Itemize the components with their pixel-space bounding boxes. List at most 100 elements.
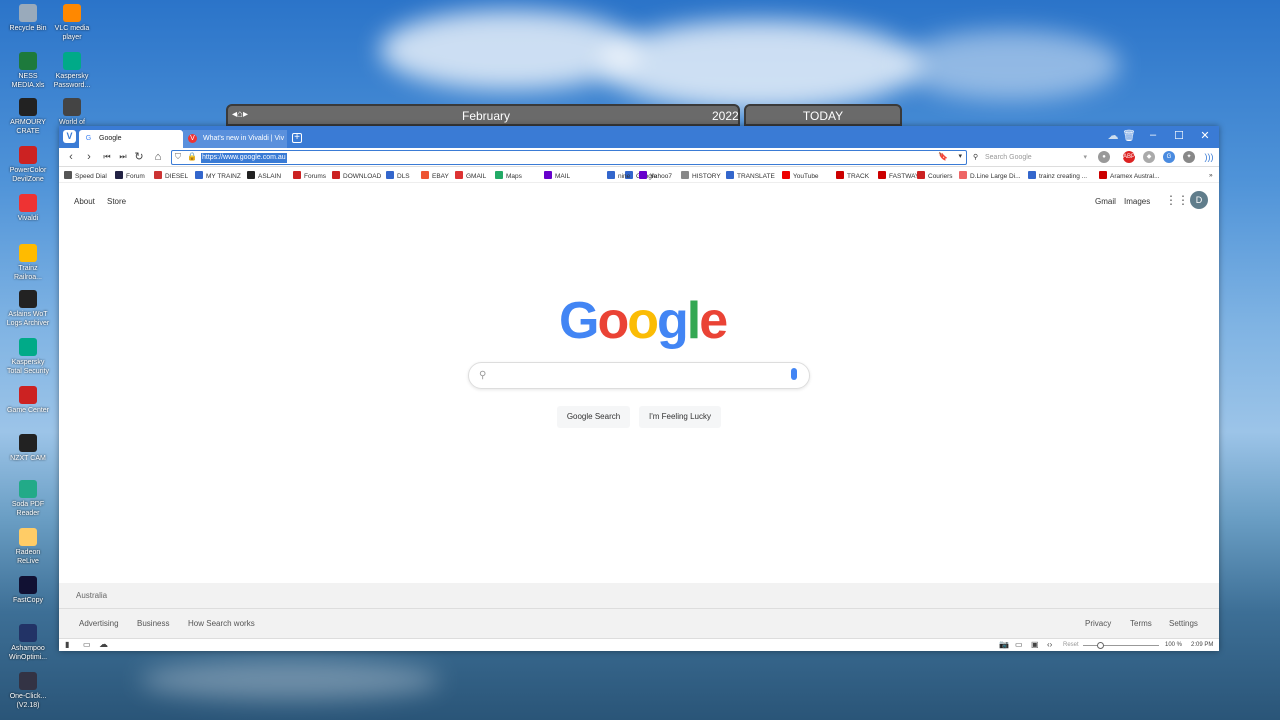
bookmark-item[interactable]: MY TRAINZ [195, 171, 241, 181]
cloud-icon[interactable]: ☁ [99, 639, 108, 650]
bookmark-item[interactable]: Forum [115, 171, 145, 181]
bookmark-item[interactable]: GMAIL [455, 171, 486, 181]
feeling-lucky-button[interactable]: I'm Feeling Lucky [639, 406, 721, 428]
footer-advertising-link[interactable]: Advertising [79, 619, 119, 628]
audio-icon[interactable]: ))) [1203, 151, 1215, 163]
footer-terms-link[interactable]: Terms [1130, 619, 1152, 628]
bookmark-item[interactable]: DLS [386, 171, 410, 181]
footer-settings-link[interactable]: Settings [1169, 619, 1198, 628]
desktop-icon[interactable]: Trainz Railroa... [6, 244, 50, 282]
bookmark-item[interactable]: trainz creating ... [1028, 171, 1087, 181]
minimize-icon[interactable]: – [1143, 129, 1163, 141]
footer-business-link[interactable]: Business [137, 619, 169, 628]
adblock-icon[interactable]: ABP [1123, 151, 1135, 163]
trash-icon[interactable]: 🗑 [1119, 129, 1139, 142]
window-icon[interactable]: ▭ [1015, 640, 1023, 649]
gmail-link[interactable]: Gmail [1095, 197, 1116, 206]
bookmark-label: trainz creating ... [1039, 173, 1088, 180]
desktop-icon[interactable]: VLC media player [50, 4, 94, 42]
bookmark-item[interactable]: TRANSLATE [726, 171, 775, 181]
desktop-icon-label: Trainz Railroa... [13, 265, 42, 281]
chevron-down-icon[interactable]: ▾ [958, 152, 962, 160]
bookmark-item[interactable]: Forums [293, 171, 326, 181]
close-icon[interactable]: ✕ [1195, 129, 1215, 142]
zoom-slider[interactable] [1083, 642, 1159, 649]
tab-vivaldi-whats-new[interactable]: V What's new in Vivaldi | Viv [183, 130, 287, 148]
desktop-icon[interactable]: Vivaldi [6, 194, 50, 223]
search-field[interactable]: ⚲ Search Google ▾ [971, 150, 1089, 165]
shield-extension-icon[interactable]: ◆ [1143, 151, 1155, 163]
bookmark-item[interactable]: Speed Dial [64, 171, 107, 181]
bookmark-label: nine [618, 173, 631, 180]
google-search-button[interactable]: Google Search [557, 406, 630, 428]
image-icon[interactable]: ▣ [1031, 640, 1039, 649]
avatar[interactable]: D [1190, 191, 1208, 209]
desktop-icon[interactable]: Kaspersky Password... [50, 52, 94, 90]
desktop-icon[interactable]: Aslains WoT Logs Archiver [6, 290, 50, 328]
puzzle-extension-icon[interactable]: ✦ [1183, 151, 1195, 163]
desktop-icon[interactable]: Ashampoo WinOptimi... [6, 624, 50, 662]
bookmark-item[interactable]: Aramex Austral... [1099, 171, 1160, 181]
desktop-icon[interactable]: Radeon ReLive [6, 528, 50, 566]
bookmark-label: Forums [304, 173, 327, 180]
bookmark-item[interactable]: MAIL [544, 171, 570, 181]
footer-privacy-link[interactable]: Privacy [1085, 619, 1111, 628]
panel-toggle-icon[interactable]: ▮ [65, 640, 69, 649]
bookmark-item[interactable]: HISTORY [681, 171, 721, 181]
footer-how-search-works-link[interactable]: How Search works [188, 619, 255, 628]
url-field[interactable]: ⛉ 🔒 https://www.google.com.au 🔖 ▾ [171, 150, 967, 165]
desktop-icon[interactable]: ARMOURY CRATE [6, 98, 50, 136]
rewind-icon[interactable]: ⏮ [99, 149, 115, 165]
bookmark-item[interactable]: ASLAIN [247, 171, 281, 181]
desktop-icon[interactable]: FastCopy [6, 576, 50, 605]
lock-icon[interactable]: 🔒 [187, 152, 197, 161]
bookmarks-overflow-icon[interactable]: » [1209, 171, 1213, 180]
desktop-icon[interactable]: Kaspersky Total Security [6, 338, 50, 376]
zoom-slider-thumb[interactable] [1097, 642, 1104, 649]
camera-icon[interactable]: 📷 [999, 640, 1009, 649]
bookmark-item[interactable]: Couriers [917, 171, 953, 181]
vivaldi-menu-icon[interactable]: V [63, 130, 76, 143]
images-link[interactable]: Images [1124, 197, 1150, 206]
zoom-reset-button[interactable]: Reset [1063, 642, 1079, 648]
calendar-today-button[interactable]: TODAY [744, 104, 902, 126]
bookmark-item[interactable]: EBAY [421, 171, 449, 181]
profile-icon[interactable]: ● [1098, 151, 1110, 163]
translate-extension-icon[interactable]: G [1163, 151, 1175, 163]
about-link[interactable]: About [74, 197, 95, 206]
shield-icon[interactable]: ⛉ [175, 152, 181, 162]
chevron-down-icon[interactable]: ▾ [1083, 150, 1087, 165]
tab-google[interactable]: G Google [79, 130, 183, 148]
bookmark-item[interactable]: Maps [495, 171, 522, 181]
fast-forward-icon[interactable]: ⏭ [115, 149, 131, 165]
bookmark-item[interactable]: nine [607, 171, 630, 181]
microphone-icon[interactable] [791, 368, 797, 380]
desktop-icon[interactable]: Game Center [6, 386, 50, 415]
bookmark-icon[interactable]: 🔖 [938, 152, 948, 161]
bookmark-item[interactable]: DIESEL [154, 171, 188, 181]
forward-icon[interactable]: › [81, 149, 97, 165]
bookmark-item[interactable]: Yahoo7 [639, 171, 672, 181]
store-link[interactable]: Store [107, 197, 126, 206]
bookmark-item[interactable]: YouTube [782, 171, 819, 181]
new-tab-icon[interactable]: + [292, 133, 302, 143]
desktop-icon[interactable]: NESS MEDIA.xls [6, 52, 50, 90]
desktop-icon[interactable]: Soda PDF Reader [6, 480, 50, 518]
bookmark-item[interactable]: D.Line Large Di... [959, 171, 1021, 181]
code-icon[interactable]: ‹› [1047, 640, 1052, 649]
home-icon[interactable]: ⌂ [150, 149, 166, 165]
bookmark-item[interactable]: DOWNLOAD [332, 171, 381, 181]
search-engine-icon: ⚲ [973, 154, 979, 161]
calendar-nav-icon[interactable]: ◂⌂▸ [232, 109, 248, 120]
desktop-icon[interactable]: PowerColor DevilZone [6, 146, 50, 184]
maximize-icon[interactable]: ☐ [1169, 129, 1189, 142]
bookmark-item[interactable]: TRACK [836, 171, 869, 181]
google-search-box[interactable]: ⚲ [468, 362, 810, 389]
desktop-icon[interactable]: Recycle Bin [6, 4, 50, 33]
bookmark-item[interactable]: FASTWAY [878, 171, 919, 181]
back-icon[interactable]: ‹ [63, 149, 79, 165]
tile-icon[interactable]: ▭ [83, 640, 91, 649]
desktop-icon[interactable]: One-Click... (V2.18) [6, 672, 50, 710]
reload-icon[interactable]: ↻ [131, 149, 147, 165]
desktop-icon[interactable]: NZXT CAM [6, 434, 50, 463]
